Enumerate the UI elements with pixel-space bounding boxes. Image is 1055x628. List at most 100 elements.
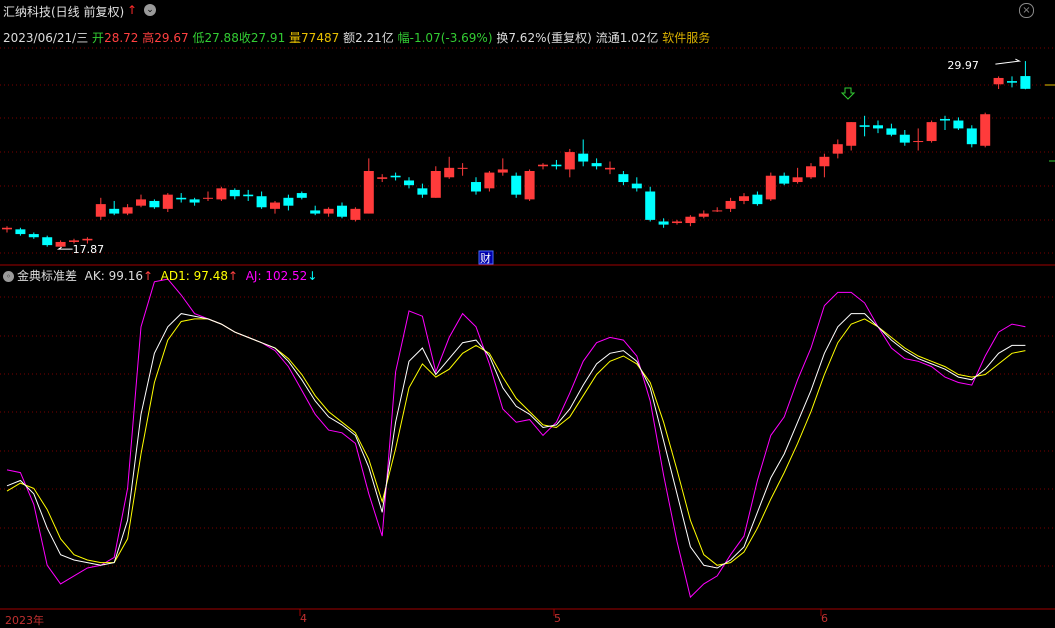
finance-badge-text: 财 [480,251,491,265]
candle-body [189,199,200,203]
indicator-settings-icon[interactable]: ◦ [3,271,14,282]
candle-body [162,194,173,209]
ak-label: AK: [84,269,105,283]
aj-label: AJ: [245,269,262,283]
candle-body [350,208,361,220]
candle-body [203,197,213,199]
candle-body [605,167,615,170]
candle-body [457,167,468,169]
axis-label-month-4: 4 [300,612,307,625]
candle-body [953,120,964,129]
candle-body [631,183,642,189]
low-marker-arrow [56,246,73,250]
high-price-label: 29.97 [947,59,979,72]
candle-body [926,122,937,142]
candle-body [873,125,883,129]
low-price-label: 17.87 [73,243,105,256]
candle-body [497,169,508,173]
candle-body [42,237,53,246]
candle-body [149,200,160,208]
candle-body [323,208,334,214]
candle-body [1020,76,1031,89]
candle-body [243,194,254,197]
candle-body [538,164,548,167]
candle-body [792,177,803,183]
ak-value: 99.16 [108,269,143,283]
candle-body [2,227,12,230]
candle-body [122,207,133,214]
candle-body [270,202,280,209]
candle-body [337,205,347,217]
candle-body [698,213,709,217]
candle-body [886,128,897,135]
candle-body [591,163,602,167]
candle-body [739,196,749,201]
candle-body [377,177,388,179]
candle-body [899,134,910,143]
candle-body [109,208,120,214]
candle-body [913,141,924,143]
ad1-label: AD1: [160,269,190,283]
candle-body [229,189,240,197]
candle-body [725,200,736,209]
candle-body [69,240,79,242]
ak-up-arrow-icon: ↑ [142,269,154,283]
candle-body [15,229,26,235]
candle-body [1007,81,1017,83]
candle-body [966,128,977,145]
candle-body [176,197,187,200]
candle-body [390,175,401,178]
chart-canvas: 29.97 17.87 财 [0,47,1055,616]
candle-body [832,144,843,154]
aj-down-arrow-icon: ↓ [307,269,318,283]
indicator-name: 金典标准差 [17,269,78,283]
candle-body [310,210,321,214]
candle-body [658,221,669,225]
candle-body [551,164,562,167]
candle-body [578,153,589,162]
candle-body [283,197,294,206]
candle-body [417,188,428,195]
ad1-value: 97.48 [193,269,228,283]
candle-body [484,172,495,189]
candle-body [685,216,696,224]
candle-body [95,204,106,217]
ad1-up-arrow-icon: ↑ [228,269,239,283]
candle-body [940,118,950,121]
signal-arrow-icon [840,87,856,100]
candle-body [296,193,307,198]
candle-body [28,234,39,238]
candle-body [859,125,870,127]
candle-body [980,114,991,146]
candle-body [564,152,575,170]
candle-body [645,191,656,220]
candle-body [712,210,723,212]
candle-body [752,194,763,205]
candle-body [363,171,374,214]
axis-label-month-5: 5 [554,612,561,625]
candle-body [404,180,414,186]
candle-body [82,238,93,241]
candle-body [524,171,535,200]
candle-body [444,167,455,178]
candle-body [471,182,481,192]
candle-body [216,188,227,200]
candle-body [511,175,522,195]
candle-body [765,175,776,200]
candle-body [779,175,790,184]
aj-value: 102.52 [265,269,308,283]
candle-body [256,196,267,208]
axis-label-month-6: 6 [821,612,828,625]
candle-body [819,156,830,167]
aj-line [6,278,1026,599]
candle-body [136,199,146,206]
candle-body [846,122,857,146]
candle-body [806,166,816,178]
candle-body [430,171,441,198]
indicator-header: ◦ 金典标准差 AK: 99.16↑ AD1: 97.48↑ AJ: 102.52… [3,267,317,284]
candle-body [672,221,682,224]
candle-body [55,241,66,247]
high-marker-arrow [995,58,1022,65]
ak-line [6,313,1026,569]
candle-body [618,174,629,183]
